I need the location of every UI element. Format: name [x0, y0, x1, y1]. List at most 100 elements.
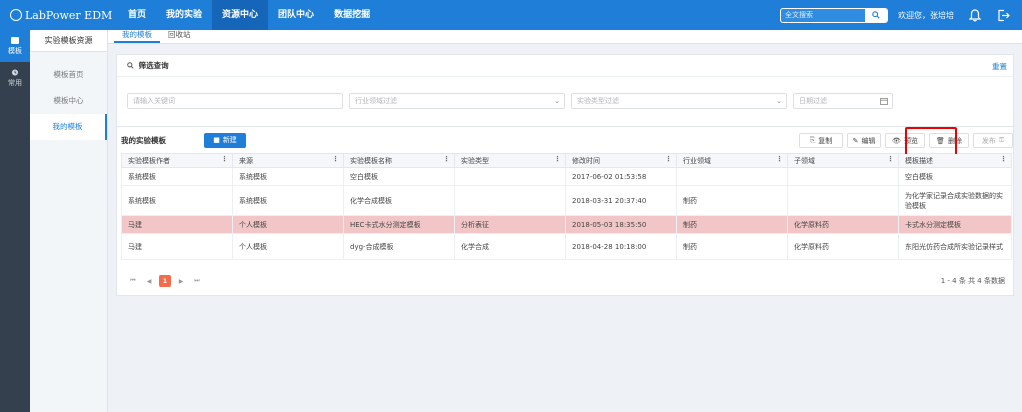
table-cell: HEC卡式水分测定模板: [343, 215, 455, 234]
table-cell: [787, 185, 899, 216]
nav-team-center[interactable]: 团队中心: [268, 0, 324, 30]
global-search: [780, 7, 888, 23]
experiment-type-select[interactable]: 实验类型过滤 ⌄: [571, 93, 787, 109]
industry-select[interactable]: 行业领域过滤 ⌄: [349, 93, 565, 109]
sidebar-item-template-home[interactable]: 模板首页: [30, 62, 107, 88]
table-cell: [454, 167, 566, 186]
column-menu-icon[interactable]: ⋮: [332, 155, 339, 163]
copy-label: 复制: [818, 136, 833, 145]
nav-resource-center[interactable]: 资源中心: [212, 0, 269, 30]
content-tabs: 我的模板 回收站: [108, 30, 1022, 44]
table-cell: 2018-05-03 18:35:50: [565, 215, 677, 234]
column-menu-icon[interactable]: ⋮: [443, 155, 450, 163]
col-label: 实验类型: [461, 156, 489, 165]
publish-button[interactable]: 发布 ⚿: [973, 133, 1013, 148]
search-input[interactable]: [781, 8, 865, 22]
table-cell: 系统模板: [232, 185, 344, 216]
col-label: 行业领域: [683, 156, 711, 165]
main-nav: 首页 我的实验 资源中心 团队中心 数据挖掘: [118, 0, 380, 30]
table-cell: 为化学家记录合成实验数据的实验模板: [898, 185, 1012, 216]
col-name[interactable]: 实验模板名称 ⋮: [343, 153, 455, 168]
col-label: 修改时间: [572, 156, 600, 165]
search-button[interactable]: [865, 8, 887, 22]
tab-recycle-bin[interactable]: 回收站: [160, 29, 199, 43]
table-cell: 卡式水分测定模板: [898, 215, 1012, 234]
table-row-selected[interactable]: 马建 个人模板 HEC卡式水分测定模板 分析表征 2018-05-03 18:3…: [121, 215, 1012, 234]
lock-icon: ⚿: [998, 136, 1005, 144]
table-cell: 系统模板: [121, 185, 233, 216]
column-menu-icon[interactable]: ⋮: [221, 155, 228, 163]
edit-button[interactable]: ✎ 编辑: [847, 133, 881, 148]
new-button-label: 新建: [222, 136, 237, 144]
table-cell: 系统模板: [121, 167, 233, 186]
col-source[interactable]: 来源 ⋮: [232, 153, 344, 168]
column-menu-icon[interactable]: ⋮: [776, 155, 783, 163]
table-cell: [676, 167, 788, 186]
rail-item-label: 模板: [8, 46, 22, 55]
col-label: 实验模板名称: [350, 156, 392, 165]
table-cell: 化学原料药: [787, 233, 899, 260]
nav-data-mining[interactable]: 数据挖掘: [324, 0, 380, 30]
date-filter-input[interactable]: 日期过滤: [793, 93, 893, 109]
plus-icon: ■: [213, 136, 220, 144]
clock-icon: [11, 68, 19, 76]
search-icon: [127, 62, 134, 69]
tab-my-templates[interactable]: 我的模板: [114, 29, 160, 43]
col-label: 子领域: [794, 156, 815, 165]
reset-link[interactable]: 重置: [992, 61, 1007, 72]
app-logo[interactable]: LabPower EDM: [0, 9, 118, 22]
keyword-input[interactable]: 请输入关键词: [127, 93, 343, 109]
logout-icon[interactable]: [996, 8, 1010, 22]
last-page-icon[interactable]: ⏭: [191, 275, 203, 287]
col-industry[interactable]: 行业领域 ⋮: [676, 153, 788, 168]
copy-icon: ⎘: [809, 136, 816, 144]
edit-label: 编辑: [861, 136, 876, 145]
table-cell: 个人模板: [232, 215, 344, 234]
col-modified[interactable]: 修改时间 ⋮: [565, 153, 677, 168]
col-description[interactable]: 模板描述 ⋮: [898, 153, 1012, 168]
rail-item-common[interactable]: 常用: [0, 62, 30, 94]
column-menu-icon[interactable]: ⋮: [554, 155, 561, 163]
col-type[interactable]: 实验类型 ⋮: [454, 153, 566, 168]
keyword-placeholder: 请输入关键词: [133, 97, 175, 105]
table-cell: 制药: [676, 215, 788, 234]
first-page-icon[interactable]: ⏮: [127, 275, 139, 287]
chevron-down-icon: ⌄: [776, 97, 782, 105]
table-cell: 制药: [676, 185, 788, 216]
table-row[interactable]: 系统模板 系统模板 化学合成模板 2018-03-31 20:37:40 制药 …: [121, 185, 1012, 216]
table-cell: 空白模板: [898, 167, 1012, 186]
calendar-icon: [880, 98, 888, 105]
table-cell: 制药: [676, 233, 788, 260]
date-placeholder: 日期过滤: [799, 97, 827, 105]
main-content: 我的模板 回收站 筛选查询 重置 请输入关键词 行业领域过滤 ⌄ 实验类型过滤 ⌄ …: [108, 30, 1022, 412]
table-cell: 2017-06-02 01:53:58: [565, 167, 677, 186]
table-cell: 个人模板: [232, 233, 344, 260]
table-cell: 2018-04-28 10:18:00: [565, 233, 677, 260]
prev-page-icon[interactable]: ◀: [143, 275, 155, 287]
table-row[interactable]: 马建 个人模板 dyg-合成模板 化学合成 2018-04-28 10:18:0…: [121, 233, 1012, 260]
table-row[interactable]: 系统模板 系统模板 空白模板 2017-06-02 01:53:58 空白模板: [121, 167, 1012, 186]
copy-button[interactable]: ⎘ 复制: [799, 133, 843, 148]
table-cell: 马建: [121, 233, 233, 260]
column-menu-icon[interactable]: ⋮: [665, 155, 672, 163]
sidebar-item-template-center[interactable]: 模板中心: [30, 88, 107, 114]
nav-home[interactable]: 首页: [118, 0, 156, 30]
page-number-current[interactable]: 1: [159, 275, 171, 287]
rail-item-template[interactable]: 模板: [0, 30, 30, 62]
left-rail: 模板 常用: [0, 30, 30, 412]
table-cell: 化学合成: [454, 233, 566, 260]
table-cell: [787, 167, 899, 186]
col-author[interactable]: 实验模板作者 ⋮: [121, 153, 233, 168]
table-actions: ⎘ 复制 ✎ 编辑 👁 预览 🗑 删除 发布 ⚿: [795, 133, 1013, 148]
sidebar-item-my-templates[interactable]: 我的模板: [30, 114, 107, 140]
new-template-button[interactable]: ■ 新建: [204, 132, 246, 148]
notification-bell-icon[interactable]: [968, 8, 982, 22]
next-page-icon[interactable]: ▶: [175, 275, 187, 287]
table-cell: dyg-合成模板: [343, 233, 455, 260]
column-menu-icon[interactable]: ⋮: [1000, 155, 1007, 163]
pagination-summary: 1 - 4 条 共 4 条数据: [940, 277, 1005, 285]
column-menu-icon[interactable]: ⋮: [887, 155, 894, 163]
nav-my-experiments[interactable]: 我的实验: [156, 0, 212, 30]
col-subfield[interactable]: 子领域 ⋮: [787, 153, 899, 168]
table-header-row: 实验模板作者 ⋮ 来源 ⋮ 实验模板名称 ⋮ 实验类型 ⋮ 修改时间 ⋮ 行业领域 ⋮ 子领…: [121, 153, 1012, 168]
